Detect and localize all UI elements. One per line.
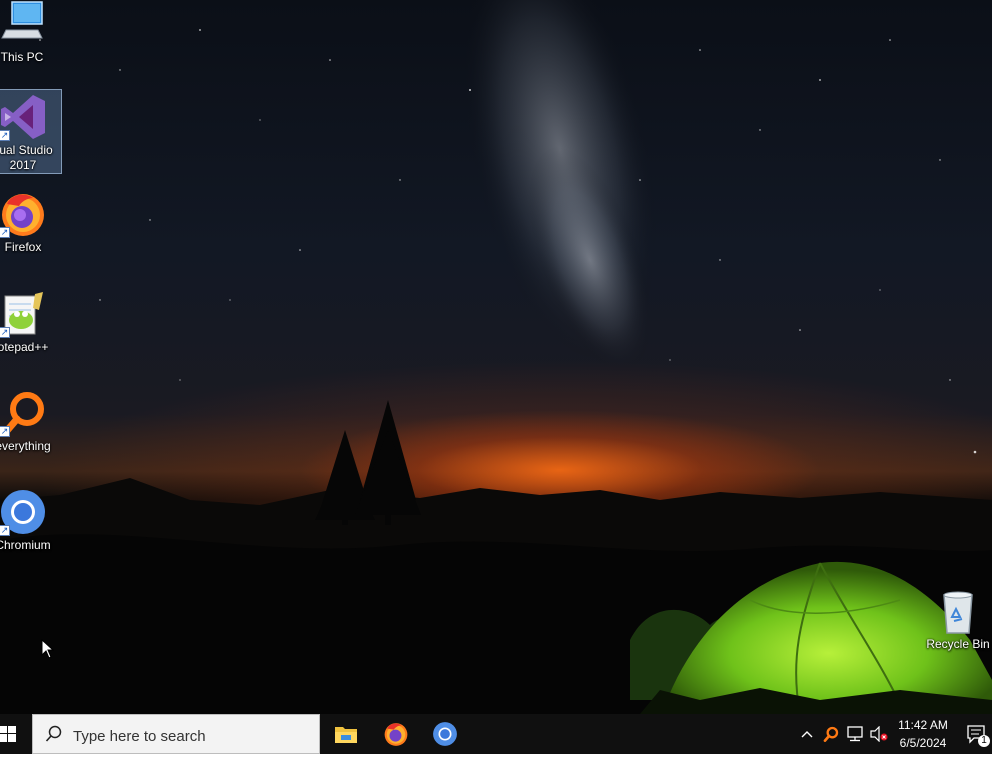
visual-studio-icon: ↗ <box>0 93 47 141</box>
desktop-icon-label: everything <box>0 439 51 453</box>
desktop-icon-recycle-bin[interactable]: Recycle Bin <box>920 587 992 657</box>
search-input[interactable] <box>71 724 315 748</box>
computer-icon <box>0 0 46 48</box>
notepad-plus-plus-icon: ↗ <box>0 290 47 338</box>
folder-icon <box>335 727 357 743</box>
desktop-icon-notepad-plus-plus[interactable]: ↗ otepad++ <box>0 290 61 360</box>
start-button[interactable] <box>0 714 32 754</box>
shortcut-arrow-icon: ↗ <box>0 227 10 238</box>
shortcut-arrow-icon: ↗ <box>0 130 10 141</box>
action-center-button[interactable]: 1 <box>962 714 992 754</box>
desktop-icon-visual-studio-2017[interactable]: ↗ sual Studio 2017 <box>0 89 62 174</box>
desktop-icon-label: Chromium <box>0 538 51 552</box>
tray-network[interactable] <box>844 714 866 754</box>
taskbar: 11:42 AM 6/5/2024 1 <box>0 714 992 754</box>
taskbar-file-explorer[interactable] <box>322 714 370 754</box>
desktop-icon-label: Recycle Bin <box>926 637 990 651</box>
chromium-icon <box>433 722 457 746</box>
desktop-icon-label: sual Studio <box>0 143 53 157</box>
volume-muted-icon <box>870 726 888 742</box>
search-box[interactable] <box>32 714 320 754</box>
desktop-icon-label: Firefox <box>4 240 42 254</box>
firefox-icon: ↗ <box>0 190 47 238</box>
desktop-icon-everything[interactable]: ↗ everything <box>0 389 61 459</box>
taskbar-chromium[interactable] <box>421 714 469 754</box>
windows-logo-icon <box>0 726 16 742</box>
notification-count-badge: 1 <box>981 735 987 746</box>
everything-search-icon: ↗ <box>0 389 47 437</box>
mouse-cursor-icon <box>41 639 55 659</box>
tray-volume[interactable] <box>868 714 890 754</box>
chromium-icon: ↗ <box>0 488 47 536</box>
taskbar-firefox[interactable] <box>372 714 420 754</box>
chevron-up-icon <box>801 731 813 738</box>
taskbar-clock[interactable]: 11:42 AM 6/5/2024 <box>890 714 956 754</box>
clock-date: 6/5/2024 <box>899 736 947 750</box>
clock-time: 11:42 AM <box>898 718 948 732</box>
desktop-icon-firefox[interactable]: ↗ Firefox <box>0 190 61 260</box>
recycle-bin-icon <box>934 587 982 635</box>
search-icon <box>45 725 62 742</box>
shortcut-arrow-icon: ↗ <box>0 525 10 536</box>
network-icon <box>847 726 863 742</box>
desktop-icon-chromium[interactable]: ↗ Chromium <box>0 488 61 558</box>
firefox-icon <box>384 723 408 746</box>
wallpaper-art <box>0 0 992 714</box>
tray-everything[interactable] <box>820 714 842 754</box>
desktop-wallpaper <box>0 0 992 714</box>
shortcut-arrow-icon: ↗ <box>0 327 10 338</box>
notification-icon <box>967 725 990 747</box>
everything-search-icon <box>823 726 839 742</box>
shortcut-arrow-icon: ↗ <box>0 426 10 437</box>
desktop-icon-label: 2017 <box>9 158 37 172</box>
desktop-icon-this-pc[interactable]: This PC <box>0 0 60 64</box>
desktop-icon-label: This PC <box>0 50 44 64</box>
show-hidden-icons-button[interactable] <box>797 714 817 754</box>
desktop-icon-label: otepad++ <box>0 340 49 354</box>
